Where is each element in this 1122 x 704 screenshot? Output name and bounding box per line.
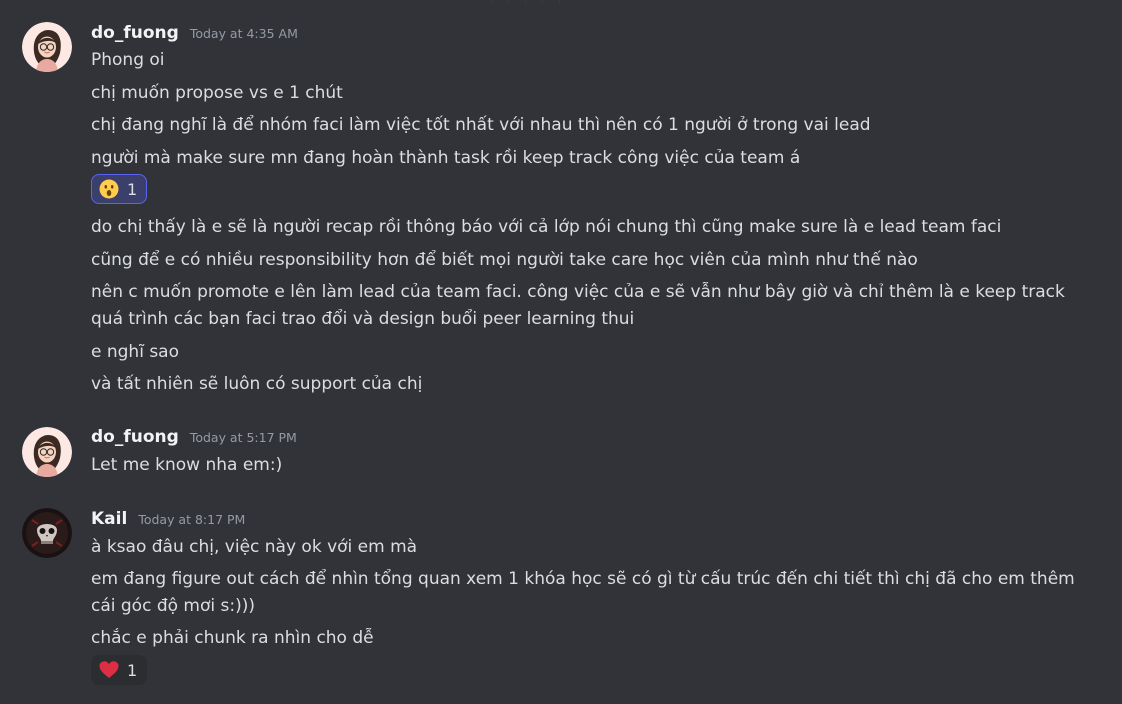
avatar[interactable] [22,427,72,477]
reaction-count: 1 [127,660,138,680]
message-text: người mà make sure mn đang hoàn thành ta… [91,148,801,168]
timestamp[interactable]: Today at 4:35 AM [190,26,298,41]
message-text: chị muốn propose vs e 1 chút [91,83,343,103]
reaction-button[interactable]: 1 [91,655,148,685]
message-header: Kail Today at 8:17 PM [91,509,245,529]
astonished-face-icon [99,179,119,199]
message-text: cũng để e có nhiều responsibility hơn để… [91,250,918,270]
kail-avatar-icon [22,508,72,558]
message-text: e nghĩ sao [91,342,180,362]
username[interactable]: do_fuong [91,427,179,447]
message-text: do chị thấy là e sẽ là người recap rồi t… [91,217,1002,237]
chat-message-list: · · · · · do_fuong Today at 4:35 AM Phon… [0,0,1122,704]
timestamp[interactable]: Today at 8:17 PM [138,512,245,527]
message-text: và tất nhiên sẽ luôn có support của chị [91,374,423,394]
message-text: à ksao đâu chị, việc này ok với em mà [91,537,418,557]
avatar[interactable] [22,508,72,558]
do-fuong-avatar-icon [22,22,72,72]
message-text: chắc e phải chunk ra nhìn cho dễ [91,628,374,648]
username[interactable]: Kail [91,509,127,529]
message-header: do_fuong Today at 4:35 AM [91,23,298,43]
top-divider: · · · · · [490,0,567,6]
do-fuong-avatar-icon [22,427,72,477]
username[interactable]: do_fuong [91,23,179,43]
reaction-count: 1 [127,179,138,199]
timestamp[interactable]: Today at 5:17 PM [190,430,297,445]
red-heart-icon [99,660,119,680]
reaction-button[interactable]: 1 [91,174,148,204]
message-text: em đang figure out cách để nhìn tổng qua… [91,569,1075,616]
message-text: nên c muốn promote e lên làm lead của te… [91,282,1065,329]
avatar[interactable] [22,22,72,72]
message-header: do_fuong Today at 5:17 PM [91,427,297,447]
message-text: chị đang nghĩ là để nhóm faci làm việc t… [91,115,871,135]
message-text: Phong oi [91,50,165,70]
message-text: Let me know nha em:) [91,455,283,475]
